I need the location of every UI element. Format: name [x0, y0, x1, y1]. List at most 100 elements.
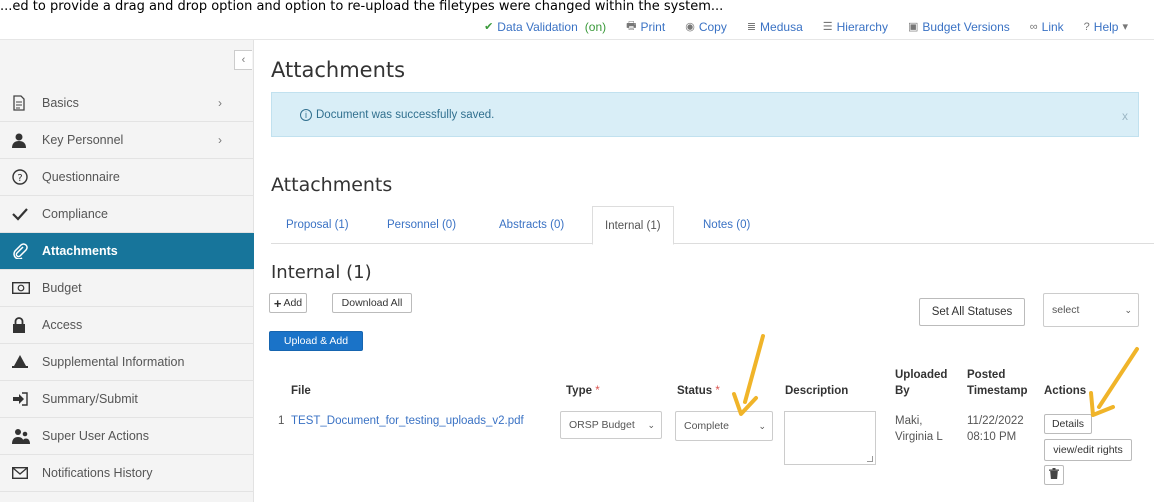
trash-icon	[1049, 468, 1059, 482]
sidebar-item-label: Key Personnel	[42, 133, 124, 147]
posted-time: 08:10 PM	[967, 431, 1017, 443]
sidebar-item-label: Basics	[42, 96, 79, 110]
help-circle-icon: ?	[1083, 20, 1090, 33]
chevron-down-icon: ⌄	[758, 420, 766, 431]
close-icon[interactable]: x	[1122, 109, 1128, 123]
sidebar: ‹ Basics › Key Personnel › ? Questionnai…	[0, 40, 254, 502]
header-posted-line1: Posted	[967, 369, 1006, 381]
required-mark: *	[715, 385, 720, 397]
sidebar-item-summary-submit[interactable]: Summary/Submit	[0, 381, 254, 418]
download-all-button[interactable]: Download All	[332, 293, 412, 313]
header-status: Status *	[677, 384, 720, 398]
money-icon	[12, 280, 34, 296]
type-select[interactable]: ORSP Budget ⌄	[560, 411, 662, 439]
chevron-right-icon: ›	[218, 133, 222, 147]
sidebar-item-label: Compliance	[42, 207, 109, 221]
status-select[interactable]: select ⌄	[1043, 293, 1139, 327]
page-title: Attachments	[271, 58, 406, 82]
sidebar-item-key-personnel[interactable]: Key Personnel ›	[0, 122, 254, 159]
sidebar-item-label: Access	[42, 318, 83, 332]
question-icon: ?	[12, 169, 34, 185]
header-posted-timestamp: Posted Timestamp	[967, 368, 1028, 398]
internal-title: Internal (1)	[271, 262, 372, 283]
checkmark-icon: ✔	[484, 21, 494, 33]
sidebar-item-notifications-history[interactable]: Notifications History	[0, 455, 254, 492]
header-posted-line2: Timestamp	[967, 385, 1028, 397]
tab-proposal[interactable]: Proposal (1)	[286, 206, 349, 244]
uploaded-by-line2: Virginia L	[895, 431, 943, 443]
collapse-sidebar-button[interactable]: ‹	[234, 50, 252, 70]
money-icon: ▣	[907, 21, 919, 33]
header-description: Description	[785, 385, 849, 397]
budget-versions-button[interactable]: ▣ Budget Versions	[908, 20, 1010, 34]
top-toolbar: ✔ Data Validation (on) 🖶 Print ◉ Copy ≣ …	[0, 14, 1154, 40]
copy-label: Copy	[698, 19, 727, 34]
sidebar-item-questionnaire[interactable]: ? Questionnaire	[0, 159, 254, 196]
file-link[interactable]: TEST_Document_for_testing_uploads_v2.pdf	[291, 414, 524, 428]
sidebar-item-supplemental-information[interactable]: Supplemental Information	[0, 344, 254, 381]
status-row-value: Complete	[684, 420, 729, 432]
check-icon	[12, 206, 34, 222]
view-edit-rights-button[interactable]: view/edit rights	[1044, 439, 1132, 461]
info-icon: i	[300, 108, 312, 121]
bell-icon	[12, 354, 34, 370]
header-uploaded-line2: By	[895, 385, 910, 397]
success-alert: i Document was successfully saved. x	[271, 92, 1139, 137]
header-uploaded-line1: Uploaded	[895, 369, 948, 381]
print-button[interactable]: 🖶 Print	[626, 17, 665, 36]
sidebar-item-attachments[interactable]: Attachments	[0, 233, 254, 270]
upload-add-button[interactable]: Upload & Add	[269, 331, 363, 351]
sidebar-item-budget[interactable]: Budget	[0, 270, 254, 307]
lock-icon	[12, 317, 34, 333]
caption-text: ...ed to provide a drag and drop option …	[0, 0, 724, 14]
link-label: Link	[1041, 19, 1064, 34]
link-icon: ∞	[1029, 20, 1038, 33]
sidebar-item-compliance[interactable]: Compliance	[0, 196, 254, 233]
required-mark: *	[595, 385, 600, 397]
annotation-arrow-status	[732, 334, 765, 416]
tab-notes[interactable]: Notes (0)	[703, 206, 750, 244]
help-dropdown[interactable]: ? Help ▾	[1084, 20, 1128, 34]
header-actions: Actions	[1044, 385, 1087, 397]
header-uploaded-by: Uploaded By	[895, 368, 947, 398]
main-content: Attachments i Document was successfully …	[255, 40, 1154, 502]
sidebar-item-super-user-actions[interactable]: Super User Actions	[0, 418, 254, 455]
delete-button[interactable]	[1044, 465, 1064, 485]
annotation-arrow-details	[1089, 347, 1139, 417]
medusa-button[interactable]: ≣ Medusa	[747, 20, 803, 34]
help-label: Help	[1093, 19, 1119, 34]
tab-abstracts[interactable]: Abstracts (0)	[499, 206, 564, 244]
sidebar-item-label: Questionnaire	[42, 170, 120, 184]
header-type-label: Type	[566, 385, 592, 397]
person-icon	[12, 132, 34, 148]
tab-internal[interactable]: Internal (1)	[592, 206, 674, 245]
link-button[interactable]: ∞ Link	[1030, 20, 1064, 34]
chevron-down-icon: ⌄	[647, 419, 655, 430]
paperclip-icon	[12, 243, 34, 259]
hierarchy-button[interactable]: ☰ Hierarchy	[823, 20, 888, 34]
sidebar-item-basics[interactable]: Basics ›	[0, 85, 254, 122]
sidebar-item-label: Super User Actions	[42, 429, 149, 443]
copy-button[interactable]: ◉ Copy	[685, 20, 727, 34]
data-validation-label: Data Validation	[497, 19, 578, 34]
tab-personnel[interactable]: Personnel (0)	[387, 206, 456, 244]
sidebar-item-access[interactable]: Access	[0, 307, 254, 344]
medusa-label: Medusa	[760, 19, 803, 34]
eye-icon: ◉	[685, 21, 695, 33]
hierarchy-icon: ☰	[822, 21, 833, 33]
alert-message: Document was successfully saved.	[316, 108, 495, 121]
document-icon	[12, 95, 34, 111]
printer-icon: 🖶	[626, 20, 637, 32]
hierarchy-label: Hierarchy	[836, 19, 888, 34]
header-file: File	[291, 385, 311, 397]
add-button[interactable]: + Add	[269, 293, 307, 313]
data-validation-state: (on)	[584, 19, 607, 34]
envelope-icon	[12, 465, 34, 481]
set-all-statuses-button[interactable]: Set All Statuses	[919, 298, 1025, 326]
sidebar-item-label: Notifications History	[42, 466, 153, 480]
description-textarea[interactable]	[784, 411, 876, 465]
uploaded-by: Maki, Virginia L	[895, 414, 943, 444]
sidebar-item-label: Budget	[42, 281, 82, 295]
data-validation-toggle[interactable]: ✔ Data Validation (on)	[484, 20, 606, 34]
resize-handle-icon	[867, 456, 873, 462]
